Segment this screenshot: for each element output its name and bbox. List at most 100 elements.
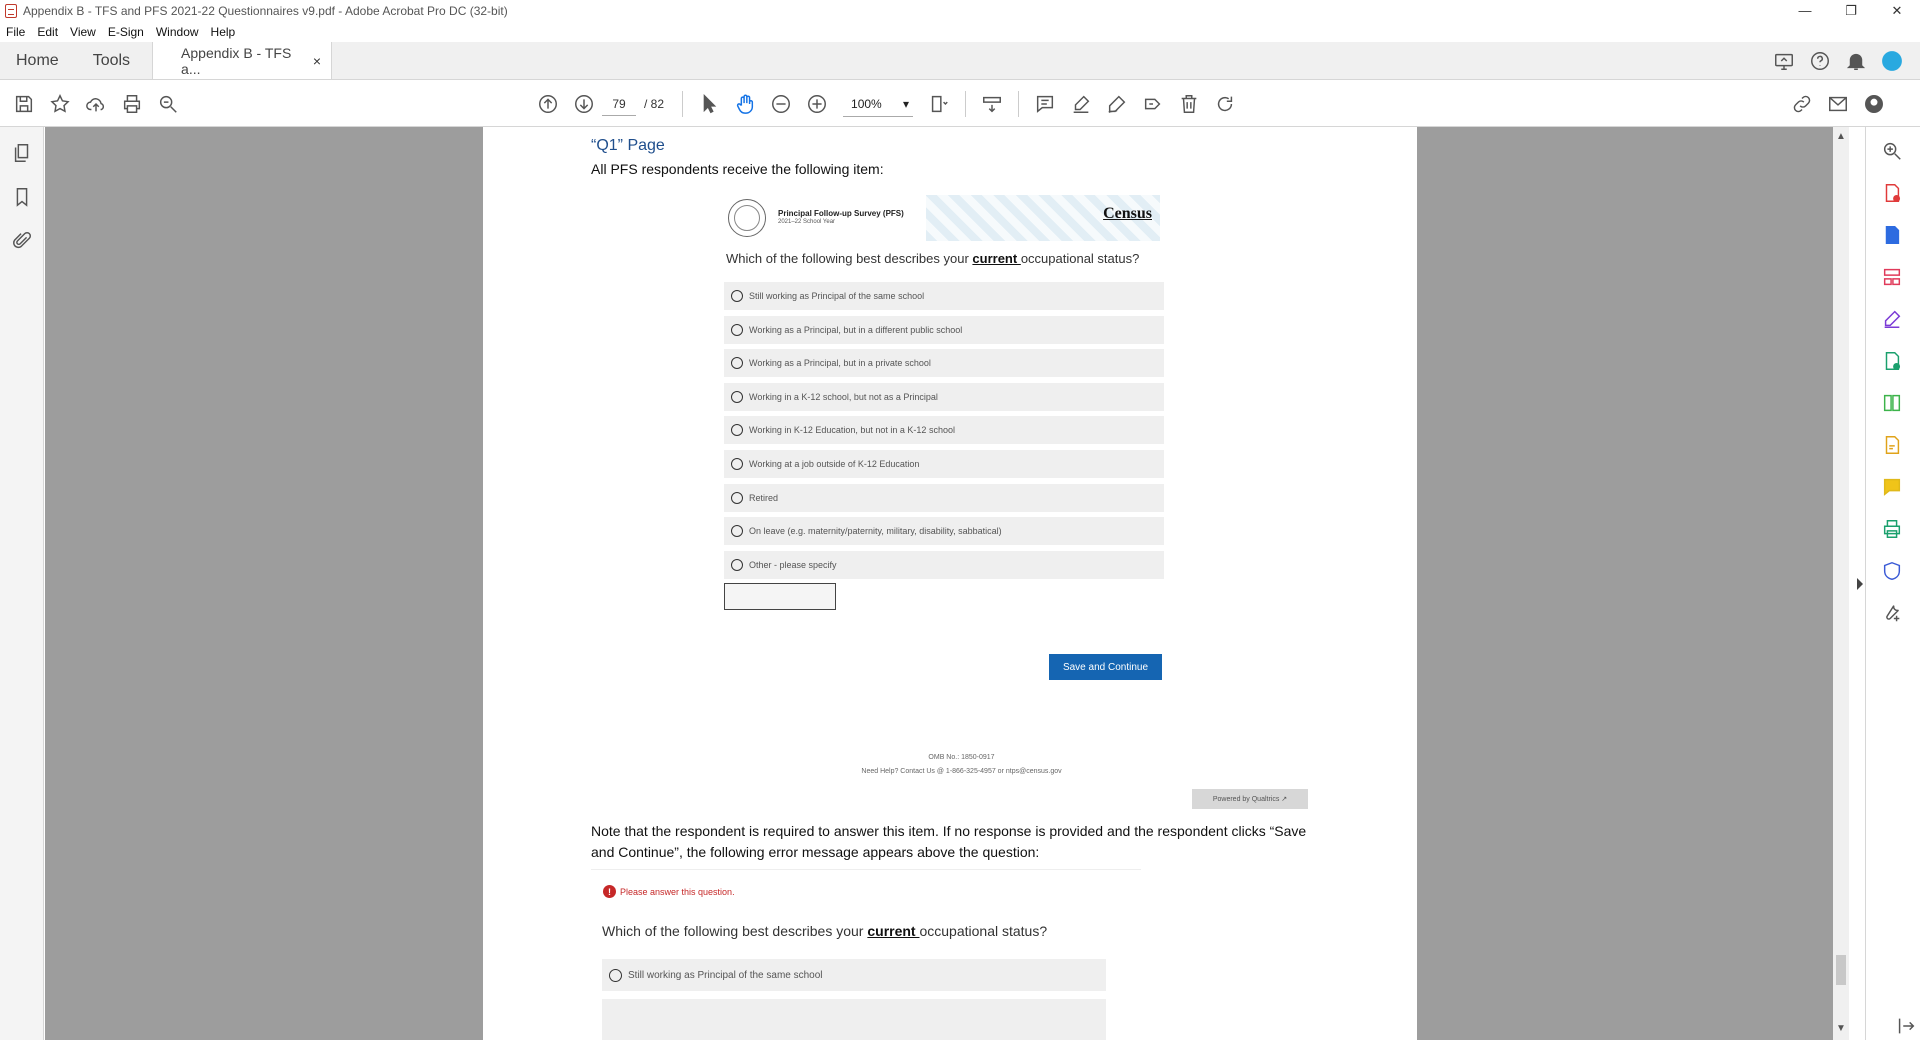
menu-esign[interactable]: E-Sign xyxy=(102,25,150,39)
previous-page-icon[interactable] xyxy=(530,86,566,122)
menu-view[interactable]: View xyxy=(64,25,102,39)
radio-button[interactable] xyxy=(731,290,743,302)
share-user-icon[interactable] xyxy=(1856,86,1892,122)
option-row-partial xyxy=(602,999,1106,1040)
option-row[interactable]: Still working as Principal of the same s… xyxy=(602,959,1106,991)
organize-pages-icon[interactable] xyxy=(1874,259,1910,295)
option-row[interactable]: Working as a Principal, but in a private… xyxy=(724,349,1164,378)
fill-sign-icon[interactable] xyxy=(1874,301,1910,337)
link-icon[interactable] xyxy=(1784,86,1820,122)
scrollbar-thumb[interactable] xyxy=(1836,955,1846,985)
menu-bar: File Edit View E-Sign Window Help xyxy=(0,22,1920,42)
option-label: Other - please specify xyxy=(749,559,837,570)
upload-cloud-icon[interactable] xyxy=(78,86,114,122)
minimize-button[interactable]: — xyxy=(1782,0,1828,22)
tab-bar: Home Tools Appendix B - TFS a... × xyxy=(0,42,1920,80)
option-row[interactable]: Working in a K-12 school, but not as a P… xyxy=(724,382,1164,411)
close-window-button[interactable]: ✕ xyxy=(1874,0,1920,22)
powered-by-qualtrics-link[interactable]: Powered by Qualtrics ↗ xyxy=(1192,789,1308,809)
radio-button[interactable] xyxy=(731,357,743,370)
tab-document[interactable]: Appendix B - TFS a... × xyxy=(152,42,333,79)
option-row[interactable]: Still working as Principal of the same s… xyxy=(724,282,1164,310)
page-thumbnails-icon[interactable] xyxy=(4,135,40,171)
error-text: Please answer this question. xyxy=(620,886,735,897)
intro-text: All PFS respondents receive the followin… xyxy=(591,161,884,177)
enhance-scan-icon[interactable] xyxy=(1874,343,1910,379)
comment-tool-icon[interactable] xyxy=(1874,469,1910,505)
menu-help[interactable]: Help xyxy=(205,25,242,39)
find-icon[interactable] xyxy=(150,86,186,122)
comment-icon[interactable] xyxy=(1027,86,1063,122)
email-icon[interactable] xyxy=(1820,86,1856,122)
compare-files-icon[interactable] xyxy=(1874,385,1910,421)
highlight-pen-icon[interactable] xyxy=(1063,86,1099,122)
select-pointer-icon[interactable] xyxy=(691,86,727,122)
share-screen-icon[interactable] xyxy=(1766,43,1802,79)
question-emphasis: current xyxy=(972,251,1021,266)
option-row[interactable]: Working as a Principal, but in a differe… xyxy=(724,315,1164,344)
option-row[interactable]: Other - please specify xyxy=(724,550,1164,579)
radio-button[interactable] xyxy=(731,525,743,538)
scroll-up-arrow-icon[interactable]: ▲ xyxy=(1836,131,1846,142)
save-icon[interactable] xyxy=(6,86,42,122)
scroll-mode-icon[interactable] xyxy=(974,86,1010,122)
tab-tools[interactable]: Tools xyxy=(77,42,148,79)
document-canvas: “Q1” Page All PFS respondents receive th… xyxy=(45,127,1848,1040)
collapse-right-pane-icon[interactable] xyxy=(1857,578,1863,590)
question-suffix: occupational status? xyxy=(1020,251,1140,266)
print-icon[interactable] xyxy=(114,86,150,122)
help-icon[interactable] xyxy=(1802,43,1838,79)
left-nav-pane xyxy=(0,127,44,1040)
restore-button[interactable]: ❐ xyxy=(1828,0,1874,22)
radio-button[interactable] xyxy=(731,323,743,336)
radio-button[interactable] xyxy=(731,558,743,571)
note-paragraph: Note that the respondent is required to … xyxy=(591,823,1307,860)
create-pdf-icon[interactable] xyxy=(1874,175,1910,211)
bookmarks-icon[interactable] xyxy=(4,179,40,215)
option-row[interactable]: Retired xyxy=(724,483,1164,512)
tab-home[interactable]: Home xyxy=(0,42,77,79)
page-fit-icon[interactable] xyxy=(921,86,957,122)
question-prefix: Which of the following best describes yo… xyxy=(602,923,868,939)
option-row[interactable]: Working in K-12 Education, but not in a … xyxy=(724,416,1164,445)
scroll-down-arrow-icon[interactable]: ▼ xyxy=(1836,1023,1846,1034)
print-production-icon[interactable] xyxy=(1874,511,1910,547)
tab-close-icon[interactable]: × xyxy=(313,53,321,69)
answer-options: Still working as Principal of the same s… xyxy=(724,282,1164,584)
menu-file[interactable]: File xyxy=(0,25,31,39)
zoom-out-icon[interactable] xyxy=(763,86,799,122)
radio-button[interactable] xyxy=(731,390,743,403)
account-avatar-icon[interactable] xyxy=(1874,43,1910,79)
zoom-level-select[interactable]: 100% ▾ xyxy=(843,91,914,117)
zoom-in-icon[interactable] xyxy=(799,86,835,122)
more-tools-icon[interactable] xyxy=(1874,595,1910,631)
collapse-tools-pane-icon[interactable] xyxy=(1888,1008,1920,1044)
page-number-input[interactable] xyxy=(602,92,636,116)
radio-button[interactable] xyxy=(731,424,743,437)
delete-trash-icon[interactable] xyxy=(1171,86,1207,122)
send-for-review-icon[interactable] xyxy=(1874,427,1910,463)
radio-button[interactable] xyxy=(731,491,743,504)
option-row[interactable]: On leave (e.g. maternity/paternity, mili… xyxy=(724,517,1164,546)
next-page-icon[interactable] xyxy=(566,86,602,122)
draw-sign-icon[interactable] xyxy=(1099,86,1135,122)
hand-tool-icon[interactable] xyxy=(727,86,763,122)
rotate-icon[interactable] xyxy=(1207,86,1243,122)
department-seal-logo xyxy=(728,199,766,237)
zoom-search-icon[interactable] xyxy=(1874,133,1910,169)
star-icon[interactable] xyxy=(42,86,78,122)
radio-button[interactable] xyxy=(609,968,622,982)
menu-edit[interactable]: Edit xyxy=(31,25,64,39)
edit-text-icon[interactable] xyxy=(1135,86,1171,122)
notification-bell-icon[interactable] xyxy=(1838,43,1874,79)
menu-window[interactable]: Window xyxy=(150,25,205,39)
save-and-continue-button[interactable]: Save and Continue xyxy=(1049,654,1162,680)
export-pdf-icon[interactable] xyxy=(1874,217,1910,253)
vertical-scrollbar[interactable]: ▲ ▼ xyxy=(1833,127,1849,1040)
acrobat-app-icon xyxy=(5,4,17,18)
option-row[interactable]: Working at a job outside of K-12 Educati… xyxy=(724,449,1164,478)
other-specify-field[interactable] xyxy=(724,583,836,610)
attachments-paperclip-icon[interactable] xyxy=(4,223,40,259)
radio-button[interactable] xyxy=(731,457,743,470)
protect-shield-icon[interactable] xyxy=(1874,553,1910,589)
